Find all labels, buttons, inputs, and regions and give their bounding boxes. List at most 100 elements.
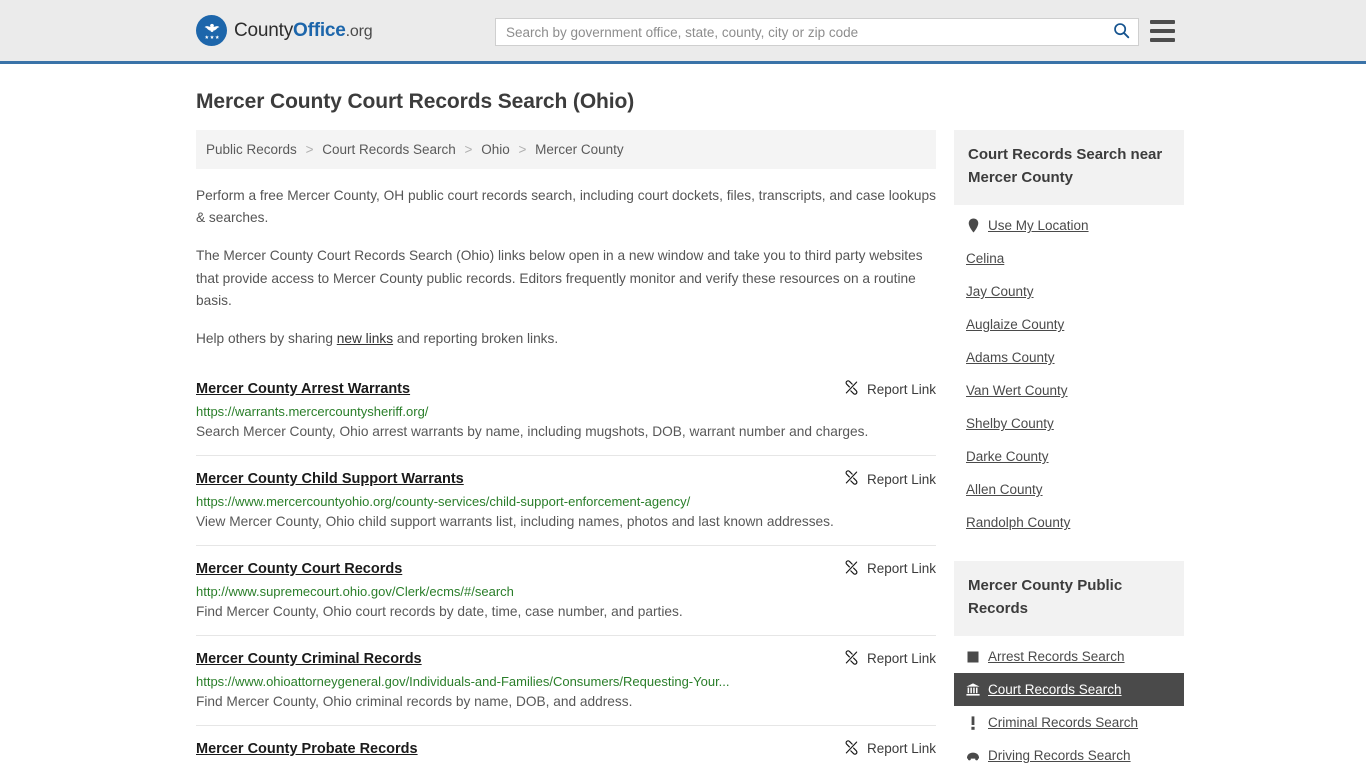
content-columns: Public Records > Court Records Search > … xyxy=(196,130,1184,768)
broken-link-icon xyxy=(844,650,859,668)
sidebar-item-label: Use My Location xyxy=(988,218,1089,233)
sidebar-item-label: Driving Records Search xyxy=(988,748,1131,763)
intro-text: Perform a free Mercer County, OH public … xyxy=(196,185,936,350)
result-url[interactable]: https://www.ohioattorneygeneral.gov/Indi… xyxy=(196,674,936,689)
report-link-label: Report Link xyxy=(866,651,936,667)
car-icon xyxy=(966,748,980,763)
sidebar-item-celina[interactable]: Celina xyxy=(954,242,1184,275)
intro-paragraph-1: Perform a free Mercer County, OH public … xyxy=(196,188,936,226)
sidebar-item-randolph-county[interactable]: Randolph County xyxy=(954,506,1184,539)
result-title[interactable]: Mercer County Arrest Warrants xyxy=(196,381,410,397)
sidebar-item-label: Randolph County xyxy=(966,515,1071,530)
hamburger-menu-icon[interactable] xyxy=(1150,20,1175,42)
site-logo[interactable]: CountyOffice.org xyxy=(196,15,373,46)
breadcrumb-separator: > xyxy=(518,142,527,157)
eagle-shield-logo-icon xyxy=(196,15,227,46)
main-column: Public Records > Court Records Search > … xyxy=(196,130,936,768)
breadcrumb-item-court-records-search[interactable]: Court Records Search xyxy=(322,142,456,157)
sidebar-item-darke-county[interactable]: Darke County xyxy=(954,440,1184,473)
exclamation-icon xyxy=(966,715,980,730)
result-item: Mercer County Criminal Records https://w… xyxy=(196,634,936,725)
sidebar-public-records-links: Arrest Records Search Court Records Sear… xyxy=(954,636,1184,768)
sidebar-item-court-records-search[interactable]: Court Records Search xyxy=(954,673,1184,706)
building-icon xyxy=(966,649,980,664)
report-link-label: Report Link xyxy=(866,381,936,397)
intro-p3-before: Help others by sharing xyxy=(196,330,337,346)
sidebar-item-label: Court Records Search xyxy=(988,682,1122,697)
breadcrumb-item-public-records[interactable]: Public Records xyxy=(206,142,297,157)
sidebar-item-auglaize-county[interactable]: Auglaize County xyxy=(954,308,1184,341)
result-item: Mercer County Probate Records Report Lin… xyxy=(196,724,936,768)
report-link-button[interactable]: Report Link xyxy=(844,470,936,488)
sidebar-item-allen-county[interactable]: Allen County xyxy=(954,473,1184,506)
sidebar-item-label: Celina xyxy=(966,251,1005,266)
report-link-label: Report Link xyxy=(866,471,936,487)
sidebar-item-use-my-location[interactable]: Use My Location xyxy=(954,209,1184,242)
sidebar-item-label: Jay County xyxy=(966,284,1034,299)
breadcrumb-separator: > xyxy=(464,142,473,157)
search-icon xyxy=(1113,22,1130,42)
sidebar-near-links: Use My Location Celina Jay County Auglai… xyxy=(954,205,1184,539)
new-links-link[interactable]: new links xyxy=(337,331,393,346)
broken-link-icon xyxy=(844,740,859,758)
logo-text-office: Office xyxy=(293,19,346,41)
sidebar-heading-near: Court Records Search near Mercer County xyxy=(954,130,1184,205)
broken-link-icon xyxy=(844,470,859,488)
hamburger-bar xyxy=(1150,38,1175,42)
breadcrumb-item-mercer-county[interactable]: Mercer County xyxy=(535,142,624,157)
result-item: Mercer County Child Support Warrants htt… xyxy=(196,455,936,545)
result-description: Find Mercer County, Ohio criminal record… xyxy=(196,693,633,709)
breadcrumb-separator: > xyxy=(305,142,314,157)
sidebar-item-shelby-county[interactable]: Shelby County xyxy=(954,407,1184,440)
result-url[interactable]: http://www.supremecourt.ohio.gov/Clerk/e… xyxy=(196,584,936,599)
sidebar-item-label: Van Wert County xyxy=(966,383,1068,398)
breadcrumb-item-ohio[interactable]: Ohio xyxy=(481,142,510,157)
sidebar-item-jay-county[interactable]: Jay County xyxy=(954,275,1184,308)
sidebar-item-driving-records-search[interactable]: Driving Records Search xyxy=(954,739,1184,768)
intro-p3-after: and reporting broken links. xyxy=(393,330,559,346)
sidebar-item-criminal-records-search[interactable]: Criminal Records Search xyxy=(954,706,1184,739)
search-bar[interactable] xyxy=(495,18,1139,46)
result-description: Find Mercer County, Ohio court records b… xyxy=(196,603,683,619)
page-title: Mercer County Court Records Search (Ohio… xyxy=(196,90,635,113)
result-title[interactable]: Mercer County Court Records xyxy=(196,561,402,577)
sidebar: Court Records Search near Mercer County … xyxy=(954,130,1184,768)
search-button[interactable] xyxy=(1104,19,1138,45)
result-item: Mercer County Court Records http://www.s… xyxy=(196,544,936,635)
courthouse-icon xyxy=(966,682,980,697)
result-item: Mercer County Arrest Warrants https://wa… xyxy=(196,370,936,455)
report-link-button[interactable]: Report Link xyxy=(844,740,936,758)
report-link-button[interactable]: Report Link xyxy=(844,380,936,398)
result-title[interactable]: Mercer County Probate Records xyxy=(196,741,418,757)
result-url[interactable]: https://warrants.mercercountysheriff.org… xyxy=(196,404,936,419)
sidebar-item-arrest-records-search[interactable]: Arrest Records Search xyxy=(954,640,1184,673)
logo-text-org: .org xyxy=(345,22,373,40)
report-link-label: Report Link xyxy=(866,741,936,757)
sidebar-item-label: Arrest Records Search xyxy=(988,649,1125,664)
search-input[interactable] xyxy=(496,19,1104,45)
report-link-button[interactable]: Report Link xyxy=(844,650,936,668)
results-list: Mercer County Arrest Warrants https://wa… xyxy=(196,370,936,768)
sidebar-item-label: Shelby County xyxy=(966,416,1054,431)
broken-link-icon xyxy=(844,380,859,398)
sidebar-heading-public-records: Mercer County Public Records xyxy=(954,561,1184,636)
intro-paragraph-2: The Mercer County Court Records Search (… xyxy=(196,248,923,308)
broken-link-icon xyxy=(844,560,859,578)
hamburger-bar xyxy=(1150,29,1175,33)
intro-paragraph-3: Help others by sharing new links and rep… xyxy=(196,328,936,350)
result-description: Search Mercer County, Ohio arrest warran… xyxy=(196,424,869,440)
logo-wordmark: CountyOffice.org xyxy=(234,19,373,42)
sidebar-item-label: Darke County xyxy=(966,449,1049,464)
result-url[interactable]: https://www.mercercountyohio.org/county-… xyxy=(196,494,936,509)
report-link-label: Report Link xyxy=(866,561,936,577)
sidebar-item-adams-county[interactable]: Adams County xyxy=(954,341,1184,374)
map-pin-icon xyxy=(966,218,980,233)
report-link-button[interactable]: Report Link xyxy=(844,560,936,578)
sidebar-item-label: Auglaize County xyxy=(966,317,1065,332)
page-container: Mercer County Court Records Search (Ohio… xyxy=(0,90,1366,768)
result-title[interactable]: Mercer County Criminal Records xyxy=(196,651,422,667)
sidebar-item-van-wert-county[interactable]: Van Wert County xyxy=(954,374,1184,407)
result-title[interactable]: Mercer County Child Support Warrants xyxy=(196,471,464,487)
sidebar-item-label: Adams County xyxy=(966,350,1055,365)
site-header: CountyOffice.org xyxy=(0,0,1366,64)
